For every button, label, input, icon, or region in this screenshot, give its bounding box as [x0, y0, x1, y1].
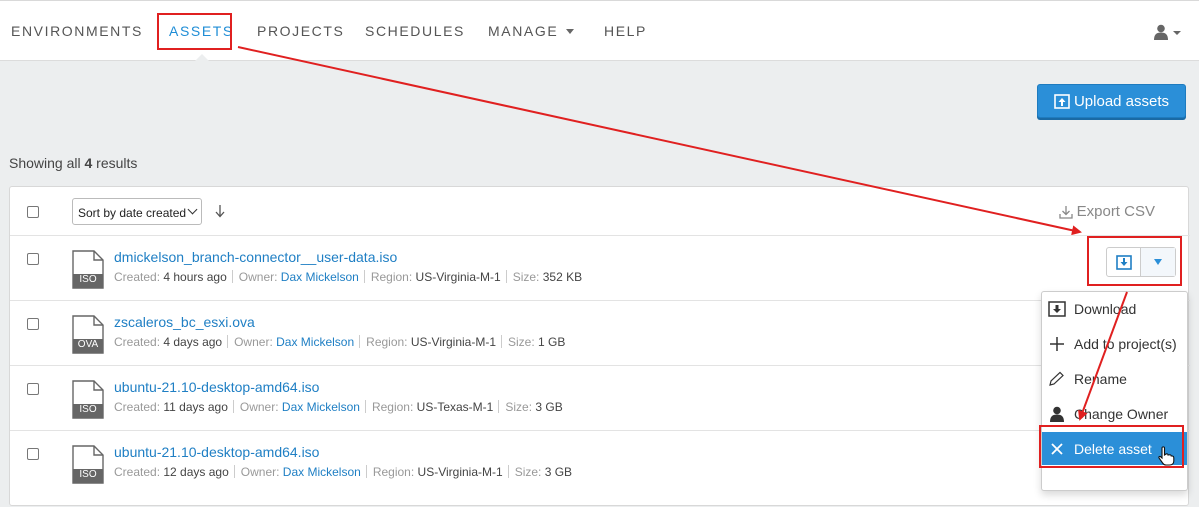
- upload-assets-label: Upload assets: [1073, 92, 1170, 110]
- region-label: Region:: [372, 465, 415, 479]
- region-value: US-Virginia-M-1: [417, 465, 503, 479]
- owner-label: Owner:: [239, 400, 279, 414]
- owner-link[interactable]: Dax Mickelson: [283, 465, 361, 479]
- nav-manage-label: MANAGE: [488, 23, 559, 39]
- sort-direction-icon[interactable]: [215, 204, 225, 218]
- created-label: Created:: [114, 400, 161, 414]
- nav-environments[interactable]: ENVIRONMENTS: [11, 23, 143, 39]
- asset-meta: Created: 12 days ago Owner: Dax Mickelson…: [114, 465, 572, 479]
- assets-list-panel: Sort by date created Export CSV ISO dmic…: [9, 186, 1190, 506]
- owner-link[interactable]: Dax Mickelson: [281, 270, 359, 284]
- chevron-down-icon: [566, 29, 575, 34]
- row-checkbox[interactable]: [27, 383, 39, 395]
- created-value: 12 days ago: [163, 465, 229, 479]
- menu-item-download[interactable]: Download: [1042, 292, 1187, 325]
- file-type-label: ISO: [79, 404, 97, 415]
- annotation-box-assets: [157, 13, 232, 50]
- menu-item-label: Rename: [1074, 370, 1127, 387]
- sort-label: Sort by date created: [78, 206, 187, 220]
- user-icon: [1154, 24, 1181, 40]
- created-value: 4 days ago: [163, 335, 223, 349]
- list-header: Sort by date created Export CSV: [10, 187, 1190, 236]
- export-csv-label: Export CSV: [1076, 203, 1155, 220]
- region-value: US-Virginia-M-1: [415, 270, 501, 284]
- nav-manage[interactable]: MANAGE: [488, 23, 575, 39]
- size-value: 3 GB: [535, 400, 563, 414]
- size-label: Size:: [514, 465, 542, 479]
- menu-item-label: Change Owner: [1074, 405, 1169, 422]
- owner-link[interactable]: Dax Mickelson: [282, 400, 360, 414]
- hand-cursor-icon: [1158, 446, 1175, 466]
- asset-meta: Created: 4 hours ago Owner: Dax Mickelson…: [114, 270, 582, 284]
- region-value: US-Texas-M-1: [416, 400, 494, 414]
- menu-item-label: Download: [1074, 300, 1137, 317]
- menu-item-add-to-project[interactable]: Add to project(s): [1042, 327, 1187, 360]
- size-value: 3 GB: [544, 465, 573, 479]
- download-icon: [1048, 300, 1066, 317]
- created-value: 4 hours ago: [163, 270, 227, 284]
- created-label: Created:: [114, 270, 161, 284]
- size-label: Size:: [505, 400, 533, 414]
- table-row: OVA zscaleros_bc_esxi.ova Created: 4 day…: [10, 301, 1190, 366]
- asset-name-link[interactable]: ubuntu-21.10-desktop-amd64.iso: [114, 379, 319, 395]
- annotation-box-actions: [1087, 236, 1182, 286]
- user-icon: [1050, 406, 1064, 422]
- owner-link[interactable]: Dax Mickelson: [276, 335, 354, 349]
- plus-icon: [1050, 336, 1064, 351]
- file-type-label: ISO: [79, 274, 97, 285]
- table-row: ISO ubuntu-21.10-desktop-amd64.iso Creat…: [10, 366, 1190, 431]
- results-suffix: results: [92, 155, 138, 171]
- owner-label: Owner:: [238, 270, 278, 284]
- asset-meta: Created: 11 days ago Owner: Dax Mickelson…: [114, 400, 563, 414]
- owner-label: Owner:: [234, 335, 273, 349]
- export-csv-button[interactable]: Export CSV: [1058, 203, 1155, 220]
- chevron-down-icon: [187, 204, 198, 215]
- menu-item-label: Add to project(s): [1074, 335, 1177, 352]
- active-tab-pointer: [194, 54, 210, 62]
- nav-help[interactable]: HELP: [604, 23, 647, 39]
- size-label: Size:: [508, 335, 535, 349]
- asset-meta: Created: 4 days ago Owner: Dax Mickelson R…: [114, 335, 565, 349]
- created-label: Created:: [114, 335, 161, 349]
- select-all-checkbox[interactable]: [27, 206, 39, 218]
- region-label: Region:: [371, 400, 414, 414]
- region-label: Region:: [366, 335, 408, 349]
- size-label: Size:: [512, 270, 540, 284]
- pencil-icon: [1049, 371, 1064, 386]
- user-menu[interactable]: [1154, 24, 1182, 45]
- asset-name-link[interactable]: ubuntu-21.10-desktop-amd64.iso: [114, 444, 319, 460]
- download-icon: [1058, 205, 1073, 219]
- region-value: US-Virginia-M-1: [410, 335, 497, 349]
- created-value: 11 days ago: [163, 400, 228, 414]
- row-checkbox[interactable]: [27, 253, 39, 265]
- nav-schedules[interactable]: SCHEDULES: [365, 23, 465, 39]
- size-value: 352 KB: [542, 270, 583, 284]
- menu-item-rename[interactable]: Rename: [1042, 362, 1187, 395]
- sort-select[interactable]: Sort by date created: [72, 198, 202, 225]
- upload-assets-button[interactable]: Upload assets: [1037, 84, 1186, 118]
- upload-icon: [1054, 93, 1070, 109]
- asset-name-link[interactable]: zscaleros_bc_esxi.ova: [114, 314, 255, 330]
- row-checkbox[interactable]: [27, 448, 39, 460]
- asset-name-link[interactable]: dmickelson_branch-connector__user-data.i…: [114, 249, 397, 265]
- table-row: ISO dmickelson_branch-connector__user-da…: [10, 236, 1190, 301]
- row-checkbox[interactable]: [27, 318, 39, 330]
- nav-projects[interactable]: PROJECTS: [257, 23, 344, 39]
- file-type-label: OVA: [77, 339, 99, 350]
- results-prefix: Showing all: [9, 155, 85, 171]
- region-label: Region:: [370, 270, 413, 284]
- created-label: Created:: [114, 465, 161, 479]
- size-value: 1 GB: [538, 335, 566, 349]
- file-type-label: ISO: [79, 469, 97, 480]
- owner-label: Owner:: [240, 465, 280, 479]
- results-summary: Showing all 4 results: [9, 155, 137, 171]
